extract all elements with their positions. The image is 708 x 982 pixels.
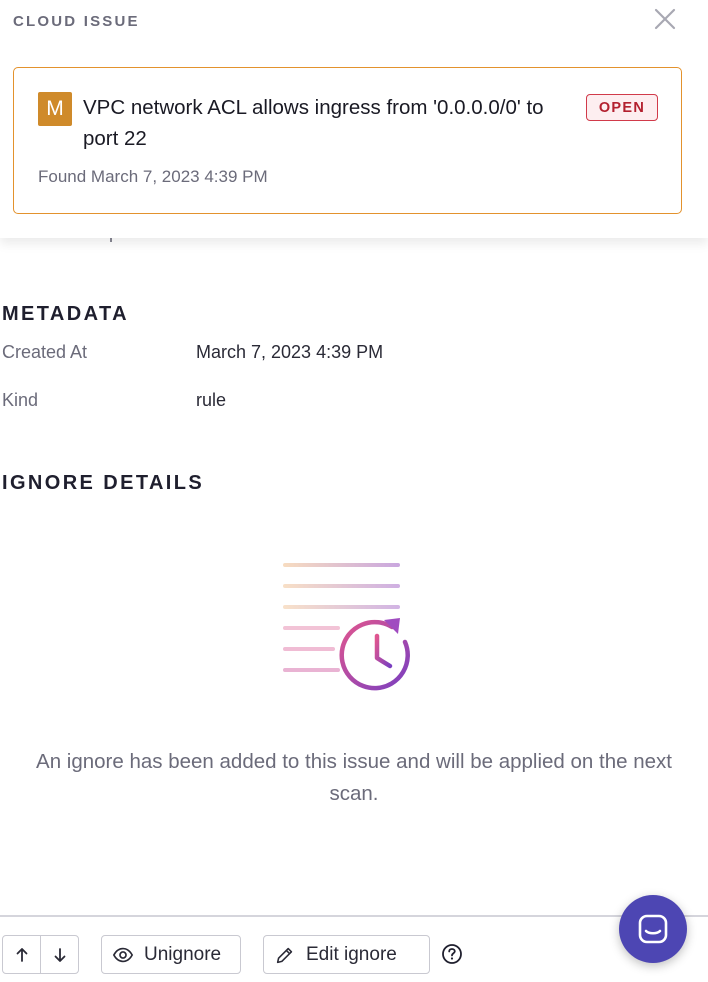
footer-divider bbox=[0, 915, 708, 917]
issue-navigation bbox=[2, 935, 79, 974]
unignore-button[interactable]: Unignore bbox=[101, 935, 241, 974]
arrow-up-icon bbox=[16, 947, 27, 962]
arrow-down-icon bbox=[54, 947, 65, 962]
found-date: Found March 7, 2023 4:39 PM bbox=[38, 167, 268, 186]
previous-issue-button[interactable] bbox=[3, 936, 40, 973]
edit-ignore-button[interactable]: Edit ignore bbox=[263, 935, 430, 974]
panel-header: CLOUD ISSUE M VPC network ACL allows ing… bbox=[0, 0, 708, 238]
created-at-value: March 7, 2023 4:39 PM bbox=[196, 342, 384, 362]
kind-value: rule bbox=[196, 390, 227, 410]
ignore-details-heading: IGNORE DETAILS bbox=[2, 472, 205, 494]
ignore-message: An ignore has been added to this issue a… bbox=[36, 750, 672, 805]
panel-title: CLOUD ISSUE bbox=[13, 13, 140, 30]
next-issue-button[interactable] bbox=[40, 936, 78, 973]
edit-ignore-label: Edit ignore bbox=[306, 943, 397, 965]
created-at-label: Created At bbox=[2, 342, 88, 362]
help-circle-icon[interactable] bbox=[441, 943, 463, 965]
status-badge: OPEN bbox=[586, 94, 658, 121]
kind-label: Kind bbox=[2, 390, 39, 410]
chat-icon bbox=[638, 914, 668, 944]
pencil-icon bbox=[276, 947, 293, 963]
eye-icon bbox=[112, 947, 134, 962]
scheduled-list-icon bbox=[280, 560, 420, 700]
unignore-label: Unignore bbox=[144, 943, 222, 965]
issue-summary-card: M VPC network ACL allows ingress from '0… bbox=[13, 67, 682, 214]
metadata-heading: METADATA bbox=[2, 303, 129, 325]
severity-badge: M bbox=[38, 92, 72, 126]
chat-launcher-button[interactable] bbox=[619, 895, 687, 963]
close-icon[interactable] bbox=[650, 4, 680, 34]
issue-title: VPC network ACL allows ingress from '0.0… bbox=[83, 96, 544, 150]
